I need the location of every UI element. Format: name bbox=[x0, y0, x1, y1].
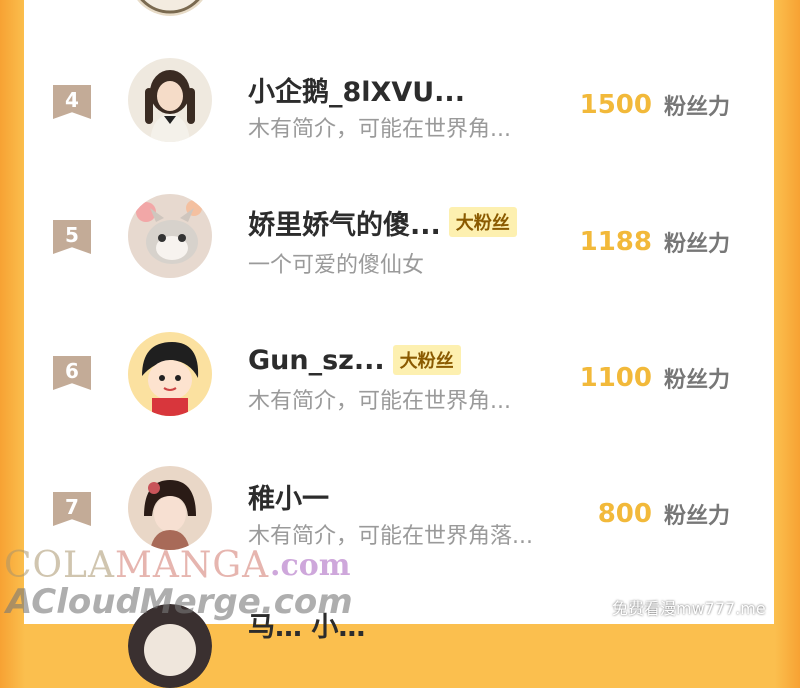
big-fan-badge: 大粉丝 bbox=[392, 345, 461, 375]
user-bio: 一个可爱的傻仙女 bbox=[248, 253, 425, 278]
user-name[interactable]: 娇里娇气的傻... bbox=[248, 203, 441, 242]
avatar[interactable] bbox=[128, 194, 212, 278]
avatar[interactable] bbox=[128, 58, 212, 142]
ranking-row[interactable]: 6 Gun_sz... 大粉丝 木有简介，可能在世界角... 1100 粉丝力 bbox=[24, 308, 774, 438]
fans-number: 800 bbox=[597, 499, 652, 529]
watermark-manga: MANGA bbox=[114, 545, 270, 586]
fans-label: 粉丝力 bbox=[663, 232, 730, 257]
fans-label: 粉丝力 bbox=[663, 368, 730, 393]
watermark-site: 免费看漫mw777.me bbox=[612, 599, 766, 618]
name-line: 娇里娇气的傻... 大粉丝 bbox=[248, 202, 517, 242]
name-line: 小企鹅_8lXVU... bbox=[248, 69, 465, 109]
watermark-acloudmerge: ACloudMerge.com bbox=[6, 582, 353, 622]
big-fan-badge: 大粉丝 bbox=[448, 207, 517, 237]
avatar[interactable] bbox=[128, 466, 212, 550]
avatar[interactable] bbox=[128, 332, 212, 416]
name-line: Gun_sz... 大粉丝 bbox=[248, 340, 461, 380]
user-bio: 木有简介，可能在世界角... bbox=[248, 117, 511, 142]
fans-power: 1500 粉丝力 bbox=[580, 89, 730, 121]
watermark-colamanga: COLAMANGA bbox=[4, 545, 269, 586]
rank-badge: 4 bbox=[53, 85, 91, 119]
fans-power: 1100 粉丝力 bbox=[580, 362, 730, 394]
fans-number: 1188 bbox=[579, 227, 652, 257]
user-name[interactable]: 小企鹅_8lXVU... bbox=[248, 70, 465, 109]
ranking-row[interactable]: 4 小企鹅_8lXVU... 木有简介，可能在世界角... 1500 粉丝力 bbox=[24, 35, 774, 165]
rank-badge: 6 bbox=[53, 356, 91, 390]
user-name[interactable]: 稚小一 bbox=[248, 477, 329, 516]
rank-badge: 7 bbox=[53, 492, 91, 526]
ranking-panel: 4 小企鹅_8lXVU... 木有简介，可能在世界角... 1500 粉丝力 5 bbox=[24, 0, 774, 688]
fans-power: 1188 粉丝力 bbox=[580, 226, 730, 258]
avatar-partial-top[interactable] bbox=[128, 0, 212, 16]
fans-number: 1100 bbox=[579, 363, 652, 393]
user-name[interactable]: Gun_sz... bbox=[248, 345, 385, 376]
ranking-row[interactable]: 5 娇里娇气的傻... 大粉丝 一个可爱的傻仙女 1188 粉丝力 bbox=[24, 172, 774, 302]
fans-label: 粉丝力 bbox=[663, 504, 730, 529]
watermark-com: .com bbox=[270, 548, 351, 583]
watermark-cola: COLA bbox=[4, 545, 115, 586]
name-line: 稚小一 bbox=[248, 476, 329, 516]
fans-power: 800 粉丝力 bbox=[598, 498, 730, 530]
user-bio: 木有简介，可能在世界角落... bbox=[248, 524, 533, 549]
user-bio: 木有简介，可能在世界角... bbox=[248, 389, 511, 414]
rank-badge: 5 bbox=[53, 220, 91, 254]
fans-label: 粉丝力 bbox=[663, 95, 730, 120]
fans-number: 1500 bbox=[579, 90, 652, 120]
